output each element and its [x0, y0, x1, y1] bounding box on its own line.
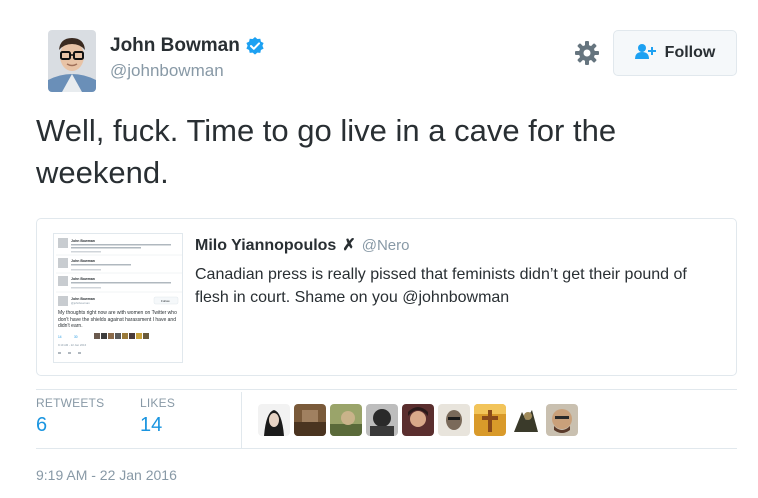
- author-name[interactable]: John Bowman: [110, 35, 240, 57]
- follow-label: Follow: [664, 44, 716, 61]
- thumb-main-handle: @johnbowman: [71, 301, 90, 305]
- retweets-label: RETWEETS: [36, 396, 105, 410]
- liker-avatar[interactable]: [510, 404, 542, 436]
- liker-avatar[interactable]: [438, 404, 470, 436]
- stats-top-divider: [36, 389, 737, 390]
- liker-avatar[interactable]: [546, 404, 578, 436]
- author-name-row[interactable]: John Bowman: [110, 35, 265, 57]
- tweet-text: Well, fuck. Time to go live in a cave fo…: [36, 113, 617, 190]
- thumb-reply-3-name: John Bowman: [71, 277, 95, 281]
- liker-avatar[interactable]: [258, 404, 290, 436]
- quoted-author-mark: ✗: [342, 237, 356, 254]
- author-info: John Bowman @johnbowman: [110, 35, 265, 81]
- gear-icon[interactable]: [574, 40, 600, 66]
- timestamp-divider: [36, 448, 737, 449]
- liker-avatar[interactable]: [294, 404, 326, 436]
- thumb-main-text: My thoughts right now are with women on …: [58, 310, 177, 329]
- thumb-follow-label: Follow: [161, 299, 171, 303]
- liker-avatar[interactable]: [330, 404, 362, 436]
- verified-badge-icon: [245, 36, 265, 56]
- quoted-tweet-thumbnail: John Bowman John Bowman John Bowman John…: [53, 233, 183, 363]
- quoted-tweet[interactable]: John Bowman John Bowman John Bowman John…: [36, 218, 737, 376]
- liker-avatar[interactable]: [366, 404, 398, 436]
- follow-button[interactable]: Follow: [613, 30, 737, 76]
- quoted-tweet-body: Milo Yiannopoulos ✗ @Nero Canadian press…: [195, 235, 725, 309]
- thumb-reply-2-name: John Bowman: [71, 259, 95, 263]
- quoted-author-row: Milo Yiannopoulos ✗ @Nero: [195, 235, 409, 255]
- quoted-author-name: Milo Yiannopoulos: [195, 237, 337, 254]
- retweets-stat[interactable]: RETWEETS 6: [36, 396, 104, 437]
- author-handle[interactable]: @johnbowman: [110, 61, 265, 81]
- thumb-likes: 30: [74, 335, 78, 339]
- quoted-tweet-text: Canadian press is really pissed that fem…: [195, 266, 687, 306]
- stats-separator: [241, 392, 242, 448]
- liker-avatar[interactable]: [474, 404, 506, 436]
- liker-avatar[interactable]: [402, 404, 434, 436]
- thumb-date: 9:19 AM - 22 Jan 2016: [58, 343, 87, 347]
- retweets-count: 6: [36, 414, 48, 436]
- likes-stat[interactable]: LIKES 14: [140, 396, 175, 437]
- likes-label: LIKES: [140, 396, 176, 410]
- likes-count: 14: [140, 414, 163, 436]
- thumb-retweets: 14: [58, 335, 62, 339]
- thumb-reply-1-name: John Bowman: [71, 239, 95, 243]
- follow-person-plus-icon: [634, 43, 657, 64]
- author-avatar[interactable]: [48, 30, 96, 92]
- tweet-timestamp[interactable]: 9:19 AM - 22 Jan 2016: [36, 467, 177, 483]
- tweet-header: John Bowman @johnbowman Follow: [36, 28, 737, 92]
- liked-by-avatars: [258, 404, 578, 436]
- quoted-author-handle: @Nero: [361, 237, 410, 254]
